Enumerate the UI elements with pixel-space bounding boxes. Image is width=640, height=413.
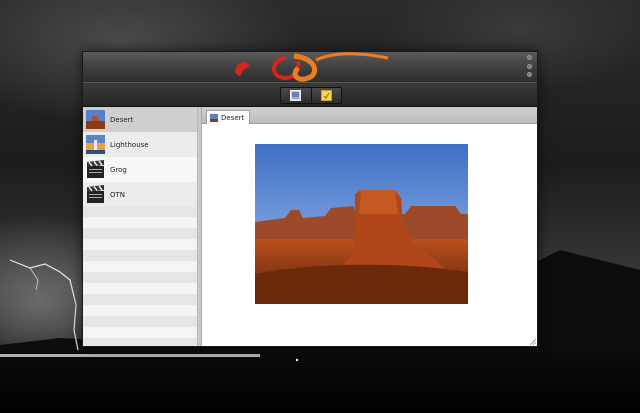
maximize-button[interactable] (526, 63, 532, 69)
desert-photo (255, 144, 468, 304)
resize-grip-icon[interactable] (530, 339, 536, 345)
image-icon (290, 90, 302, 101)
tab-strip: Desert (202, 107, 537, 124)
desert-thumbnail-icon (86, 110, 105, 129)
sidebar-item-label: OTN (110, 190, 126, 199)
sidebar-item-label: Desert (110, 115, 134, 124)
sidebar-item-grog[interactable]: Grog (83, 157, 197, 182)
tab-label: Desert (221, 113, 245, 122)
sidebar-item-lighthouse[interactable]: Lighthouse (83, 132, 197, 157)
sidebar-item-label: Lighthouse (110, 140, 149, 149)
tab-desert[interactable]: Desert (206, 110, 251, 124)
toolbar-button-group (280, 87, 342, 104)
minimize-button[interactable] (526, 55, 532, 60)
note-icon (320, 90, 332, 101)
photo-view-button[interactable] (281, 88, 311, 103)
window-controls (525, 55, 533, 77)
desert-thumbnail-icon (210, 113, 218, 122)
app-logo (235, 52, 389, 82)
close-button[interactable] (526, 72, 532, 77)
wallpaper-city-lights (0, 354, 299, 362)
title-bar[interactable] (83, 52, 537, 82)
sidebar-item-desert[interactable]: Desert (83, 107, 197, 132)
toolbar (83, 82, 537, 107)
document-pane: Desert (202, 107, 537, 346)
clapperboard-icon (87, 160, 104, 178)
sidebar-item-label: Grog (110, 165, 127, 174)
lighthouse-thumbnail-icon (86, 135, 105, 154)
sidebar-list[interactable]: Desert Lighthouse Grog OTN (83, 107, 198, 346)
clapperboard-icon (87, 185, 104, 203)
app-window: Desert Lighthouse Grog OTN Desert (82, 51, 538, 347)
notes-button[interactable] (310, 88, 341, 103)
sidebar-item-otn[interactable]: OTN (83, 182, 197, 207)
